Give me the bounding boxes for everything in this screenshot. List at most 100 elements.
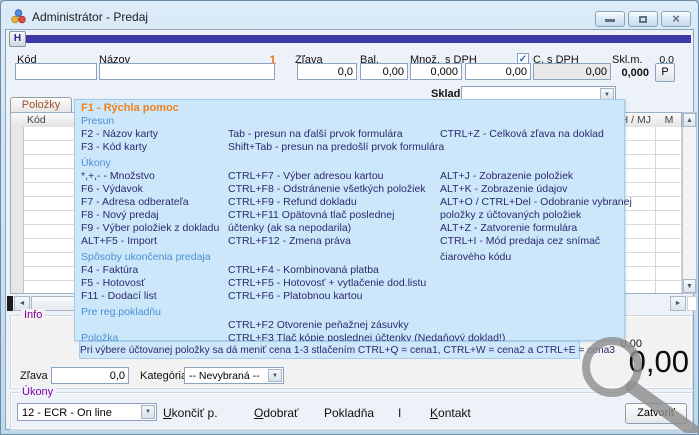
help-title-row: F1 - Rýchla pomoc: [75, 102, 624, 115]
pokladna-button[interactable]: Pokladňa: [324, 406, 374, 420]
help-row: F11 - Dodací listCTRL+F6 - Platobnou kar…: [75, 290, 624, 303]
row-marker: [7, 296, 13, 311]
h-toolbar-button[interactable]: H: [9, 31, 26, 47]
scrollbar-corner: [687, 296, 697, 311]
help-title: F1 - Rýchla pomoc: [81, 102, 179, 114]
help-row: F4 - Faktúra CTRL+F4 - Kombinovaná platba: [75, 264, 624, 277]
help-shortcut-text: CTRL+F6 - Platobnou kartou: [228, 290, 363, 302]
i-button[interactable]: I: [398, 406, 401, 420]
help-shortcut-text: ALT+J - Zobrazenie položiek: [440, 170, 573, 182]
ecr-combobox[interactable]: 12 - ECR - On line ▼: [17, 403, 157, 421]
help-shortcut-text: Shift+Tab - presun na predošlí prvok for…: [228, 141, 444, 153]
actions-groupbox: Úkony 12 - ECR - On line ▼ Ukončiť p. Od…: [10, 392, 693, 430]
help-row: *,+,- - Množstvo CTRL+F7 - Výber adresou …: [75, 170, 624, 183]
kategoria-dropdown-icon[interactable]: ▼: [268, 369, 282, 382]
screenshot-stage: Administrátor - Predaj × H Kód Názov 1 Z…: [0, 0, 699, 435]
app-window: Administrátor - Predaj × H Kód Názov 1 Z…: [0, 0, 699, 435]
help-row: F7 - Adresa odberateľaCTRL+F9 - Refund d…: [75, 196, 624, 209]
title-bar[interactable]: Administrátor - Predaj ×: [6, 5, 693, 29]
help-shortcut-text: F3 - Kód karty: [81, 141, 147, 153]
help-shortcut-text: CTRL+F7 - Výber adresou kartou: [228, 170, 384, 182]
column-header-m: M: [659, 114, 679, 126]
app-icon: [10, 8, 27, 25]
help-row: F2 - Názov karty Tab - presun na ďalší pr…: [75, 128, 624, 141]
help-shortcut-text: účtenky (ak sa nepodarila): [228, 222, 351, 234]
mnoz-input[interactable]: [410, 63, 462, 80]
sklm-label: Skl.m.: [612, 54, 643, 66]
help-row: Pre reg.pokladňu: [75, 306, 624, 319]
csdph-input[interactable]: [533, 63, 611, 80]
ecr-value: 12 - ECR - On line: [22, 407, 112, 419]
kod-input[interactable]: [15, 63, 97, 80]
kategoria-combobox[interactable]: -- Nevybraná -- ▼: [184, 367, 284, 384]
scroll-up-icon[interactable]: ▲: [683, 113, 696, 127]
help-row: Úkony: [75, 157, 624, 170]
help-rows: PresunF2 - Názov karty Tab - presun na ďa…: [75, 115, 624, 345]
p-button[interactable]: P: [655, 63, 675, 82]
help-row: F3 - Kód karty Shift+Tab - presun na pred…: [75, 141, 624, 154]
help-shortcut-text: F5 - Hotovosť: [81, 277, 145, 289]
close-button[interactable]: ×: [661, 11, 691, 27]
minimize-icon: [605, 19, 615, 22]
help-row: Spôsoby ukončenia predajačiarového kódu: [75, 251, 624, 264]
help-shortcut-text: CTRL+F9 - Refund dokladu: [228, 196, 357, 208]
help-row: Presun: [75, 115, 624, 128]
maximize-icon: [639, 16, 647, 23]
help-shortcut-text: CTRL+F4 - Kombinovaná platba: [228, 264, 379, 276]
zlava-input[interactable]: [297, 63, 357, 80]
help-shortcut-text: CTRL+F2 Otvorenie peňažnej zásuvky: [228, 319, 409, 331]
kategoria-value: -- Nevybraná --: [189, 370, 260, 382]
help-popup: F1 - Rýchla pomoc PresunF2 - Názov karty…: [74, 99, 625, 341]
help-footer: Pri výbere účtovanej položky sa dá meniť…: [79, 341, 580, 359]
help-shortcut-text: *,+,- - Množstvo: [81, 170, 155, 182]
help-section-heading: Úkony: [81, 157, 111, 169]
nazov-input[interactable]: [99, 63, 275, 80]
help-shortcut-text: čiarového kódu: [440, 251, 511, 263]
column-header-kod: Kód: [27, 114, 46, 126]
help-shortcut-text: F8 - Nový predaj: [81, 209, 159, 221]
help-shortcut-text: F9 - Výber položiek z dokladu: [81, 222, 219, 234]
scroll-right-icon[interactable]: ►: [670, 296, 686, 311]
info-groupbox-label: Info: [21, 309, 45, 321]
help-shortcut-text: Tab - presun na ďalší prvok formulára: [228, 128, 403, 140]
scroll-down-icon[interactable]: ▼: [683, 279, 696, 293]
odobrat-button[interactable]: Odobrať: [254, 406, 299, 420]
help-shortcut-text: ALT+F5 - Import: [81, 235, 157, 247]
help-shortcut-text: ALT+O / CTRL+Del - Odobranie vybranej: [440, 196, 632, 208]
help-section-heading: Presun: [81, 115, 114, 127]
column-divider: [655, 127, 656, 293]
zatvorit-button[interactable]: Zatvoriť: [625, 403, 687, 424]
help-shortcut-text: položky z účtovaných položiek: [440, 209, 581, 221]
minimize-button[interactable]: [595, 11, 625, 27]
bal-input[interactable]: [360, 63, 408, 80]
tab-polozky[interactable]: Položky: [10, 97, 72, 113]
help-row: F6 - VýdavokCTRL+F8 - Odstránenie všetký…: [75, 183, 624, 196]
client-area: H Kód Názov 1 Zľava Bal. Množ. s DPH ✓ C…: [5, 29, 694, 430]
sdph-input[interactable]: [465, 63, 531, 80]
discount-input[interactable]: [51, 367, 129, 384]
help-section-heading: Pre reg.pokladňu: [81, 306, 161, 318]
help-shortcut-text: ALT+Z - Zatvorenie formulára: [440, 222, 577, 234]
maximize-button[interactable]: [628, 11, 658, 27]
help-shortcut-text: CTRL+F12 - Zmena práva: [228, 235, 351, 247]
help-row: CTRL+F2 Otvorenie peňažnej zásuvky: [75, 319, 624, 332]
help-row: ALT+F5 - Import CTRL+F12 - Zmena práva CTR…: [75, 235, 624, 248]
actions-groupbox-label: Úkony: [19, 386, 56, 398]
kontakt-button[interactable]: Kontakt: [430, 406, 471, 420]
help-shortcut-text: CTRL+I - Mód predaja cez snímač: [440, 235, 600, 247]
help-row: F5 - Hotovosť CTRL+F5 - Hotovosť + vytlač…: [75, 277, 624, 290]
help-row: F9 - Výber položiek z dokladu účtenky (ak…: [75, 222, 624, 235]
discount-label: Zľava: [20, 370, 48, 382]
help-shortcut-text: F6 - Výdavok: [81, 183, 143, 195]
record-selector-column: [11, 127, 24, 293]
ukoncit-button[interactable]: Ukončiť p.: [163, 406, 218, 420]
help-shortcut-text: F2 - Názov karty: [81, 128, 158, 140]
ecr-dropdown-icon[interactable]: ▼: [141, 405, 155, 419]
help-shortcut-text: F4 - Faktúra: [81, 264, 138, 276]
sklm-value: 0,000: [601, 67, 649, 79]
vertical-scrollbar[interactable]: ▲ ▼: [682, 112, 697, 294]
window-title: Administrátor - Predaj: [32, 10, 148, 24]
help-shortcut-text: CTRL+F5 - Hotovosť + vytlačenie dod.list…: [228, 277, 426, 289]
help-shortcut-text: CTRL+F11 Opätovná tlač poslednej: [228, 209, 394, 221]
kategoria-label: Kategória: [140, 370, 187, 382]
